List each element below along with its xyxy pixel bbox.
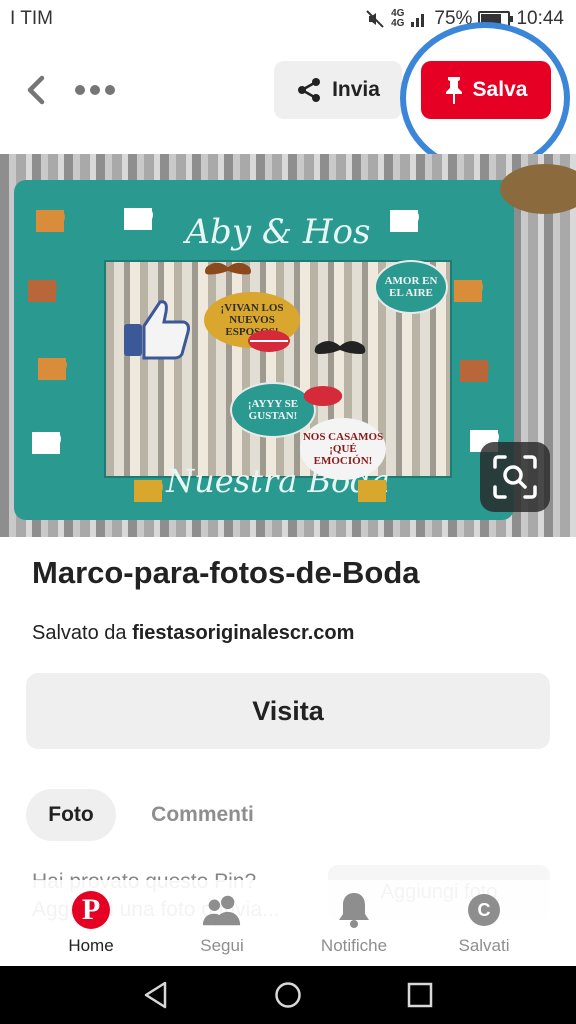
butterfly-decoration [32, 432, 60, 454]
butterfly-decoration [454, 280, 482, 302]
send-button[interactable]: Invia [274, 61, 402, 119]
system-recents-button[interactable] [390, 975, 450, 1015]
sign-amor: AMOR EN EL AIRE [374, 260, 448, 314]
status-bar: I TIM 4G 4G 75% 10:44 [0, 0, 576, 38]
nav-notifications-label: Notifiche [320, 936, 388, 955]
lips-prop-icon-2 [303, 385, 343, 407]
butterfly-decoration [36, 210, 64, 232]
system-back-button[interactable] [126, 975, 186, 1015]
mute-icon [366, 10, 384, 28]
save-label: Salva [472, 78, 528, 101]
nav-following-label: Segui [200, 936, 244, 955]
visit-button[interactable]: Visita [26, 673, 550, 749]
send-label: Invia [332, 78, 380, 101]
nav-saved-label: Salvati [458, 936, 510, 955]
mustache-prop-icon [314, 341, 366, 354]
pin-image[interactable]: Aby & Hos Nuestra Boda AMOR EN EL AIRE ¡… [0, 154, 576, 537]
network-badge: 4G 4G [391, 8, 405, 29]
mustache-prop-icon-2 [204, 262, 252, 275]
frame-footer-text: Nuestra Boda [166, 462, 390, 500]
lips-prop-icon [248, 330, 290, 352]
battery-percent: 75% [434, 8, 473, 29]
nav-following[interactable]: Segui [172, 890, 272, 962]
thumbs-up-prop-icon [124, 300, 190, 360]
nav-saved[interactable]: C Salvati [434, 890, 534, 962]
system-home-button[interactable] [258, 975, 318, 1015]
back-button[interactable] [18, 70, 54, 110]
photo-frame-prop: Aby & Hos Nuestra Boda AMOR EN EL AIRE ¡… [14, 180, 514, 520]
triangle-back-icon [144, 981, 167, 1009]
saved-from-line: Salvato da fiestasoriginalescr.com [32, 622, 354, 645]
butterfly-decoration [124, 208, 152, 230]
square-recents-icon [407, 982, 433, 1008]
bottom-navigation: P Home Segui Notifiche C Salvati [0, 880, 576, 966]
save-button[interactable]: Salva [421, 61, 551, 119]
bell-icon [339, 893, 369, 928]
carrier-label: I TIM [10, 8, 53, 29]
sign-nos: NOS CASAMOS ¡QUÉ EMOCIÓN! [300, 418, 386, 480]
pin-header: Invia Salva [0, 22, 576, 174]
signal-icon [411, 14, 425, 27]
chevron-left-icon [27, 75, 45, 105]
ellipsis-icon [75, 85, 85, 95]
frame-title-text: Aby & Hos [185, 212, 371, 252]
visual-search-icon [493, 455, 537, 499]
battery-icon [478, 11, 514, 27]
pushpin-icon [445, 77, 462, 104]
people-icon [202, 895, 241, 926]
share-icon [298, 78, 321, 102]
visual-search-button[interactable] [480, 442, 550, 512]
tab-comments[interactable]: Commenti [140, 789, 265, 841]
profile-avatar-icon: C [468, 894, 500, 926]
butterfly-decoration [28, 280, 56, 302]
circle-home-icon [275, 982, 301, 1008]
butterfly-decoration [460, 360, 488, 382]
saved-from-prefix: Salvato da [32, 622, 127, 644]
butterfly-decoration [134, 480, 162, 502]
nav-notifications[interactable]: Notifiche [304, 890, 404, 962]
saved-from-source-link[interactable]: fiestasoriginalescr.com [132, 622, 354, 644]
pinterest-logo-icon: P [72, 891, 110, 929]
butterfly-decoration [390, 210, 418, 232]
system-navigation-bar [0, 966, 576, 1024]
tab-photo[interactable]: Foto [26, 789, 116, 841]
pin-title: Marco-para-fotos-de-Boda [32, 555, 420, 590]
status-icons: 4G 4G 75% 10:44 [365, 8, 564, 30]
more-options-button[interactable] [70, 70, 120, 110]
butterfly-decoration [358, 480, 386, 502]
nav-home[interactable]: P Home [41, 890, 141, 962]
butterfly-decoration [38, 358, 66, 380]
nav-home-label: Home [68, 936, 114, 955]
clock: 10:44 [516, 8, 564, 29]
